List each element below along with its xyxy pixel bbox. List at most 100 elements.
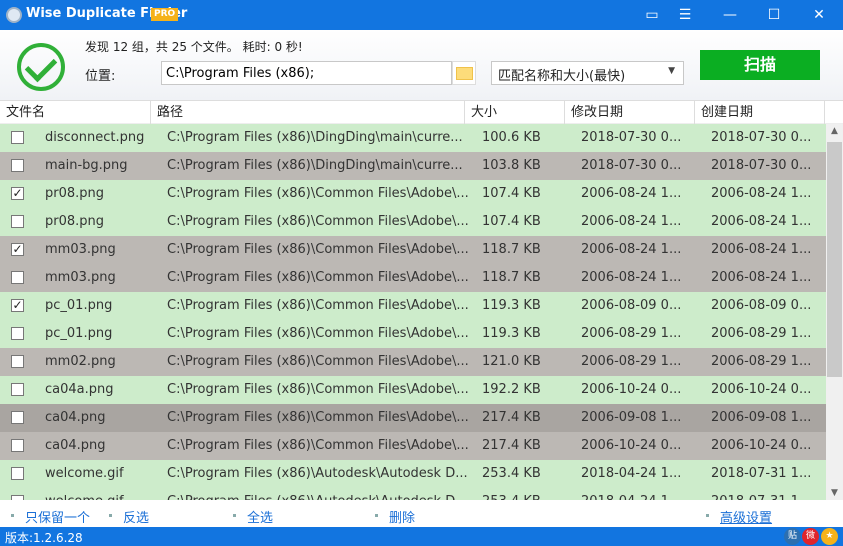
row-checkbox[interactable] — [11, 159, 24, 172]
select-all-link[interactable]: 全选 — [232, 507, 273, 526]
table-row[interactable]: ✓ pc_01.png C:\Program Files (x86)\Common … — [0, 292, 826, 320]
app-logo-icon — [6, 7, 22, 23]
file-name: pr08.png — [45, 186, 105, 201]
delete-link[interactable]: 删除 — [374, 507, 415, 526]
file-name: disconnect.png — [45, 130, 145, 145]
advanced-settings-link[interactable]: 高级设置 — [705, 507, 772, 526]
file-path: C:\Program Files (x86)\Common Files\Adob… — [167, 410, 469, 425]
scroll-down-icon[interactable]: ▼ — [826, 488, 843, 498]
column-created[interactable]: 创建日期 — [695, 101, 825, 124]
row-checkbox[interactable] — [11, 467, 24, 480]
file-size: 192.2 KB — [482, 382, 541, 397]
table-row[interactable]: ca04.png C:\Program Files (x86)\Common Fi… — [0, 432, 826, 460]
created-date: 2006-08-24 1... — [711, 214, 812, 229]
row-checkbox[interactable] — [11, 327, 24, 340]
modified-date: 2018-04-24 1... — [581, 466, 682, 481]
invert-selection-link[interactable]: 反选 — [108, 507, 149, 526]
table-row[interactable]: mm02.png C:\Program Files (x86)\Common Fi… — [0, 348, 826, 376]
row-checkbox[interactable] — [11, 131, 24, 144]
created-date: 2006-10-24 0... — [711, 438, 812, 453]
scan-button[interactable]: 扫描 — [700, 50, 820, 80]
column-path[interactable]: 路径 — [151, 101, 465, 124]
menu-icon[interactable]: ☰ — [663, 0, 707, 30]
table-row[interactable]: main-bg.png C:\Program Files (x86)\DingDi… — [0, 152, 826, 180]
file-path: C:\Program Files (x86)\Autodesk\Autodesk… — [167, 466, 468, 481]
browse-folder-button[interactable] — [452, 61, 476, 85]
created-date: 2006-08-24 1... — [711, 242, 812, 257]
table-row[interactable]: disconnect.png C:\Program Files (x86)\Din… — [0, 124, 826, 152]
location-input[interactable] — [161, 61, 452, 85]
file-size: 121.0 KB — [482, 354, 541, 369]
row-checkbox[interactable] — [11, 215, 24, 228]
file-name: welcome.gif — [45, 466, 124, 481]
modified-date: 2018-07-30 0... — [581, 158, 682, 173]
file-path: C:\Program Files (x86)\Common Files\Adob… — [167, 354, 469, 369]
row-checkbox[interactable] — [11, 439, 24, 452]
file-size: 107.4 KB — [482, 214, 541, 229]
star-icon[interactable]: ★ — [821, 528, 838, 545]
table-row[interactable]: ca04a.png C:\Program Files (x86)\Common F… — [0, 376, 826, 404]
file-size: 118.7 KB — [482, 270, 541, 285]
file-name: pr08.png — [45, 214, 105, 229]
table-row[interactable]: pr08.png C:\Program Files (x86)\Common Fi… — [0, 208, 826, 236]
table-row[interactable]: pc_01.png C:\Program Files (x86)\Common F… — [0, 320, 826, 348]
tieba-icon[interactable]: 贴 — [784, 528, 801, 545]
file-path: C:\Program Files (x86)\Common Files\Adob… — [167, 242, 469, 257]
title-bar: Wise Duplicate Finder PRO ▭ ☰ — ☐ ✕ — [0, 0, 843, 30]
created-date: 2018-07-30 0... — [711, 130, 812, 145]
chevron-down-icon: ▼ — [668, 66, 675, 76]
file-path: C:\Program Files (x86)\DingDing\main\cur… — [167, 130, 463, 145]
modified-date: 2006-09-08 1... — [581, 410, 682, 425]
file-name: mm03.png — [45, 242, 116, 257]
column-modified[interactable]: 修改日期 — [565, 101, 695, 124]
table-row[interactable]: mm03.png C:\Program Files (x86)\Common Fi… — [0, 264, 826, 292]
scroll-thumb[interactable] — [827, 142, 842, 377]
created-date: 2018-07-30 0... — [711, 158, 812, 173]
modified-date: 2006-10-24 0... — [581, 438, 682, 453]
file-size: 107.4 KB — [482, 186, 541, 201]
scroll-up-icon[interactable]: ▲ — [826, 126, 843, 136]
file-size: 119.3 KB — [482, 326, 541, 341]
match-mode-select[interactable]: 匹配名称和大小(最快) ▼ — [491, 61, 684, 85]
row-checkbox[interactable] — [11, 383, 24, 396]
row-checkbox[interactable]: ✓ — [11, 187, 24, 200]
match-mode-value: 匹配名称和大小(最快) — [498, 69, 626, 84]
file-path: C:\Program Files (x86)\Common Files\Adob… — [167, 298, 469, 313]
row-checkbox[interactable]: ✓ — [11, 243, 24, 256]
file-path: C:\Program Files (x86)\Common Files\Adob… — [167, 438, 469, 453]
row-checkbox[interactable]: ✓ — [11, 299, 24, 312]
table-row[interactable]: ca04.png C:\Program Files (x86)\Common Fi… — [0, 404, 826, 432]
modified-date: 2006-08-24 1... — [581, 242, 682, 257]
created-date: 2018-07-31 1... — [711, 466, 812, 481]
row-checkbox[interactable] — [11, 271, 24, 284]
weibo-icon[interactable]: 微 — [802, 528, 819, 545]
table-row[interactable]: ✓ pr08.png C:\Program Files (x86)\Common F… — [0, 180, 826, 208]
created-date: 2006-08-09 0... — [711, 298, 812, 313]
file-name: ca04.png — [45, 410, 106, 425]
keep-one-link[interactable]: 只保留一个 — [10, 507, 90, 526]
modified-date: 2006-08-24 1... — [581, 186, 682, 201]
modified-date: 2006-08-09 0... — [581, 298, 682, 313]
minimize-button[interactable]: — — [708, 0, 752, 30]
maximize-button[interactable]: ☐ — [752, 0, 796, 30]
table-row[interactable]: ✓ mm03.png C:\Program Files (x86)\Common F… — [0, 236, 826, 264]
scrollbar[interactable]: ▲ ▼ — [826, 124, 843, 500]
column-header: 文件名 路径 大小 修改日期 创建日期 — [0, 100, 843, 124]
pro-badge: PRO — [151, 8, 179, 21]
file-size: 253.4 KB — [482, 466, 541, 481]
modified-date: 2006-08-24 1... — [581, 214, 682, 229]
close-button[interactable]: ✕ — [797, 0, 841, 30]
row-checkbox[interactable] — [11, 355, 24, 368]
created-date: 2006-09-08 1... — [711, 410, 812, 425]
modified-date: 2006-08-29 1... — [581, 326, 682, 341]
row-checkbox[interactable] — [11, 411, 24, 424]
folder-icon — [456, 67, 473, 80]
table-row[interactable]: welcome.gif C:\Program Files (x86)\Autode… — [0, 488, 826, 500]
file-size: 100.6 KB — [482, 130, 541, 145]
column-filename[interactable]: 文件名 — [0, 101, 151, 124]
column-size[interactable]: 大小 — [465, 101, 565, 124]
version-label: 版本:1.2.6.28 — [5, 531, 83, 545]
table-row[interactable]: welcome.gif C:\Program Files (x86)\Autode… — [0, 460, 826, 488]
file-name: mm03.png — [45, 270, 116, 285]
file-size: 118.7 KB — [482, 242, 541, 257]
